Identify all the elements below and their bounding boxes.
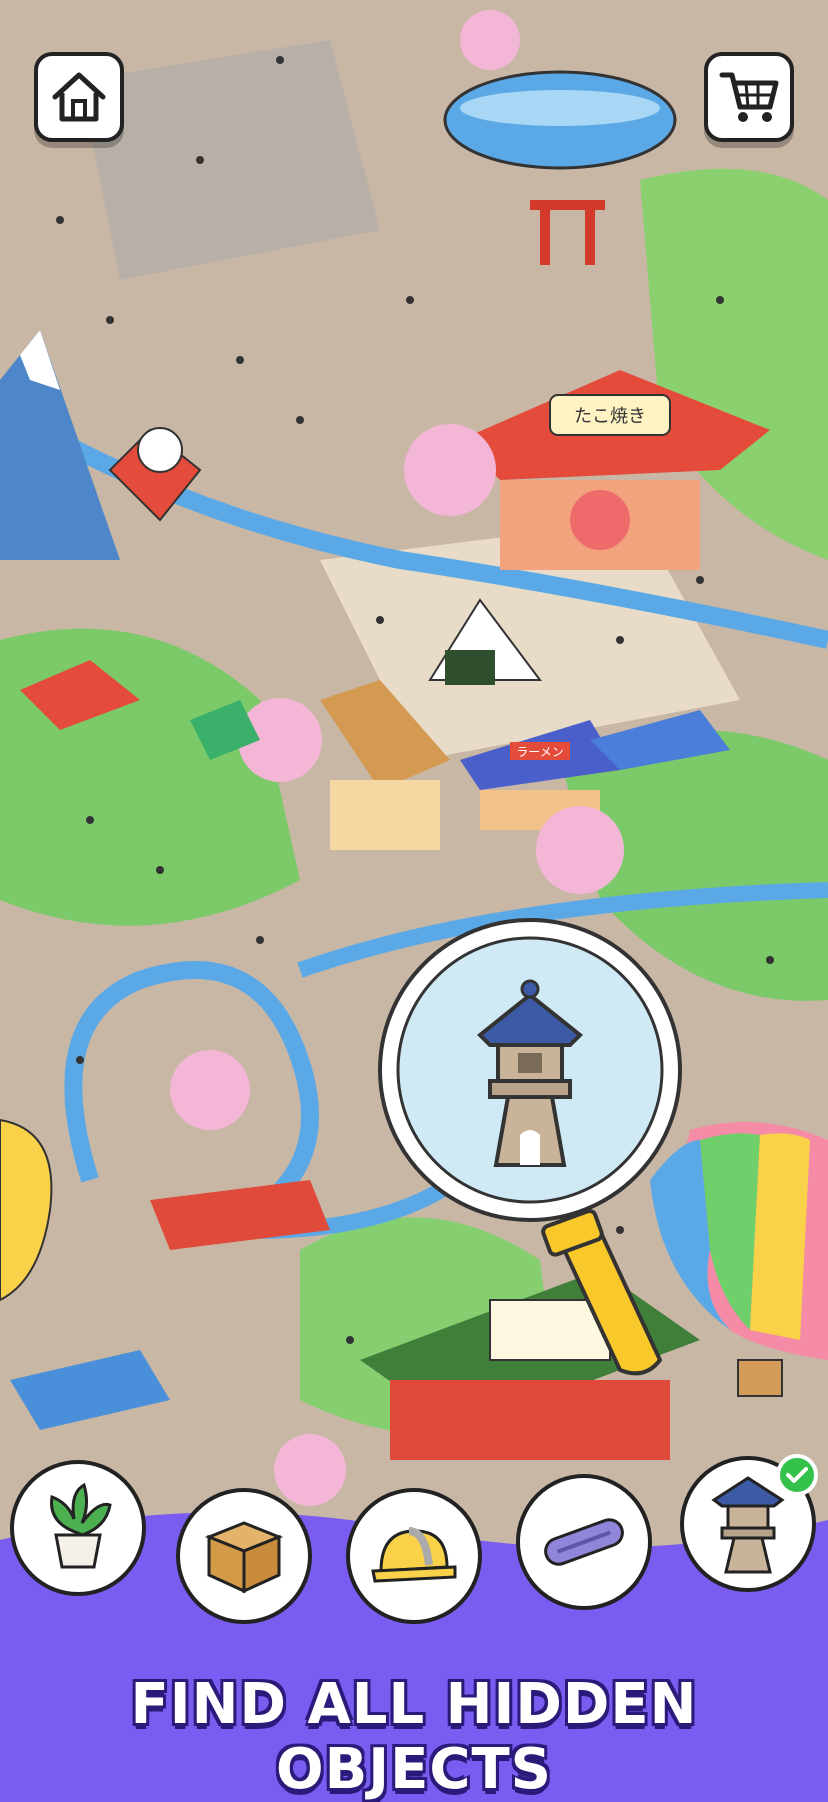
skateboard-icon xyxy=(544,1518,624,1566)
home-icon xyxy=(52,72,106,122)
item-slot-potted-plant[interactable] xyxy=(10,1460,146,1596)
item-slot-skateboard[interactable] xyxy=(516,1474,652,1610)
home-button[interactable] xyxy=(34,52,124,142)
instruction-caption: FIND ALL HIDDEN OBJECTS xyxy=(130,1672,698,1802)
game-scene[interactable]: たこ焼き ラーメン xyxy=(0,0,828,1560)
hard-hat-icon xyxy=(371,1527,457,1583)
shopping-cart-icon xyxy=(719,72,779,122)
potted-plant-icon xyxy=(50,1483,112,1569)
shop-button[interactable] xyxy=(704,52,794,142)
ramen-sign: ラーメン xyxy=(516,745,564,759)
takoyaki-sign: たこ焼き xyxy=(574,406,646,427)
found-check-icon xyxy=(776,1454,818,1496)
magnifier-hint xyxy=(360,900,700,1380)
cardboard-box-icon xyxy=(204,1521,284,1594)
item-slot-cardboard-box[interactable] xyxy=(176,1488,312,1624)
item-slot-stone-lantern[interactable] xyxy=(680,1454,818,1592)
item-slot-hard-hat[interactable] xyxy=(346,1488,482,1624)
stone-lantern-icon xyxy=(711,1476,785,1574)
